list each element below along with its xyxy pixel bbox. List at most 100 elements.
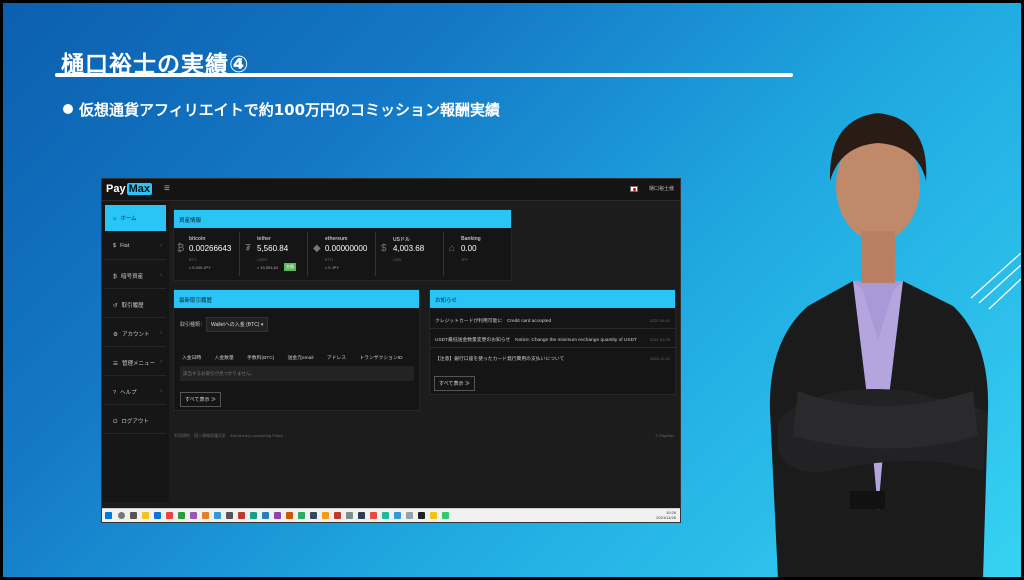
- dollar-icon: $: [113, 243, 117, 249]
- asset-change: ≈ 0 JPY: [325, 265, 339, 270]
- presentation-slide: 樋口裕士の実績④ 仮想通貨アフィリエイトで約100万円のコミッション報酬実績 P…: [3, 3, 1021, 577]
- app-icon[interactable]: [346, 512, 353, 519]
- column-header: 手数料(BTC): [247, 356, 275, 361]
- asset-unit: USDT: [257, 257, 268, 262]
- asset-value: 0.00266643: [189, 244, 232, 253]
- chrome-icon[interactable]: [166, 512, 173, 519]
- asset-tether[interactable]: ₮ tether 5,560.84 USDT ≈ 15,394,83 交換: [242, 232, 308, 276]
- news-panel: お知らせ クレジットカードが利用可能に Credit card accepted…: [429, 289, 676, 395]
- sidebar-item-label: ログアウト: [121, 419, 149, 425]
- sidebar-item-label: 取引履歴: [121, 303, 144, 309]
- asset-value: 4,003.68: [393, 244, 425, 253]
- transaction-type-select[interactable]: Walletへの入金 (BTC) ▾: [206, 317, 269, 332]
- column-header: アドレス: [326, 356, 347, 361]
- news-date: 2021.05.20: [649, 337, 670, 342]
- list-icon: ☰: [113, 361, 118, 367]
- top-bar: Pay Max ≡ 樋口裕士様: [102, 179, 680, 201]
- chevron-right-icon: ›: [160, 272, 162, 278]
- sidebar-item-crypto[interactable]: ₿ 暗号資産 ›: [105, 263, 166, 289]
- app-icon[interactable]: [310, 512, 317, 519]
- app-icon[interactable]: [406, 512, 413, 519]
- filter-label: 取引種類：: [180, 322, 206, 328]
- sidebar-item-label: 管理メニュー: [121, 361, 155, 367]
- app-icon[interactable]: [370, 512, 377, 519]
- app-icon[interactable]: [274, 512, 281, 519]
- footer-links[interactable]: 利用規約 個人情報保護方針 Anti Money Laundering Poli…: [174, 433, 283, 439]
- app-icon[interactable]: [382, 512, 389, 519]
- search-icon[interactable]: [118, 512, 125, 519]
- divider: [430, 328, 675, 329]
- app-icon[interactable]: [214, 512, 221, 519]
- app-icon[interactable]: [286, 512, 293, 519]
- news-item[interactable]: クレジットカードが利用可能に Credit card accepted: [435, 317, 551, 324]
- news-date: 2020.12.21: [649, 356, 670, 361]
- bullet-point: 仮想通貨アフィリエイトで約100万円のコミッション報酬実績: [63, 99, 500, 120]
- sidebar-item-home[interactable]: ⌂ ホーム: [105, 205, 166, 231]
- table-header: 入金日時 入金数量 手数料(BTC) 送金元email アドレス トランザクショ…: [182, 354, 415, 361]
- ethereum-icon: ◆: [313, 243, 321, 254]
- assets-panel: 資産情報 ₿ bitcoin 0.00266643 BTC ≈ 5,005 JP…: [173, 209, 512, 281]
- column-header: 入金日時: [182, 356, 202, 361]
- app-icon[interactable]: [262, 512, 269, 519]
- show-all-trades-button[interactable]: すべて表示 ≫: [180, 392, 221, 407]
- sidebar: ⌂ ホーム $ Fiat › ₿ 暗号資産 › ↺ 取引履歴 ⚙ アカウント › ☰ 管理メニュー…: [102, 202, 169, 502]
- column-header: トランザクションID: [359, 356, 403, 361]
- exchange-button[interactable]: 交換: [284, 263, 296, 271]
- sidebar-item-label: ヘルプ: [120, 390, 137, 396]
- show-all-news-button[interactable]: すべて表示 ≫: [434, 376, 475, 391]
- chevron-right-icon: ›: [160, 359, 162, 365]
- app-screenshot: Pay Max ≡ 樋口裕士様 ⌂ ホーム $ Fiat › ₿ 暗号資産 › ↺ 取引履歴 …: [101, 178, 681, 523]
- hamburger-icon[interactable]: ≡: [164, 183, 170, 194]
- asset-unit: USD: [393, 257, 402, 262]
- app-icon[interactable]: [298, 512, 305, 519]
- sidebar-item-help[interactable]: ? ヘルプ ›: [105, 379, 166, 405]
- trade-panel-heading: 最新取引履歴: [174, 290, 419, 308]
- chevron-down-icon: ▾: [260, 322, 264, 328]
- app-icon[interactable]: [226, 512, 233, 519]
- paymax-logo[interactable]: Pay Max: [106, 183, 152, 195]
- asset-bitcoin[interactable]: ₿ bitcoin 0.00266643 BTC ≈ 5,005 JPY: [174, 232, 240, 276]
- app-icon[interactable]: [250, 512, 257, 519]
- logo-text: Pay: [106, 183, 126, 195]
- japan-flag-icon[interactable]: [630, 186, 638, 192]
- app-icon[interactable]: [394, 512, 401, 519]
- app-icon[interactable]: [418, 512, 425, 519]
- sidebar-item-admin[interactable]: ☰ 管理メニュー ›: [105, 350, 166, 376]
- bank-icon: ⌂: [449, 243, 456, 254]
- news-item[interactable]: USDT最低送金数量変更のお知らせ Notice: Change the min…: [435, 336, 637, 343]
- asset-name: bitcoin: [189, 236, 206, 242]
- app-icon[interactable]: [238, 512, 245, 519]
- sidebar-item-logout[interactable]: ⏻ ログアウト: [105, 408, 166, 434]
- app-icon[interactable]: [190, 512, 197, 519]
- windows-taskbar: 10:26 2021/11/26: [102, 508, 680, 522]
- asset-name: Banking: [461, 236, 481, 242]
- app-icon[interactable]: [322, 512, 329, 519]
- sidebar-item-account[interactable]: ⚙ アカウント ›: [105, 321, 166, 347]
- user-menu[interactable]: 樋口裕士様: [649, 185, 674, 192]
- app-icon[interactable]: [334, 512, 341, 519]
- sidebar-item-label: ホーム: [120, 216, 137, 222]
- windows-start-icon[interactable]: [105, 512, 112, 519]
- sidebar-item-history[interactable]: ↺ 取引履歴: [105, 292, 166, 318]
- edge-icon[interactable]: [154, 512, 161, 519]
- asset-usd[interactable]: $ USドル 4,003.68 USD: [378, 232, 444, 276]
- bitcoin-icon: ₿: [177, 243, 185, 254]
- asset-banking[interactable]: ⌂ Banking 0.00 JPY: [446, 232, 512, 276]
- app-icon[interactable]: [202, 512, 209, 519]
- app-icon[interactable]: [442, 512, 449, 519]
- task-view-icon[interactable]: [130, 512, 137, 519]
- assets-panel-heading: 資産情報: [174, 210, 511, 228]
- app-icon[interactable]: [430, 512, 437, 519]
- dollar-icon: $: [381, 243, 387, 254]
- app-icon[interactable]: [178, 512, 185, 519]
- divider: [430, 347, 675, 348]
- folder-icon[interactable]: [142, 512, 149, 519]
- taskbar-clock[interactable]: 10:26 2021/11/26: [656, 510, 676, 520]
- bullet-dot-icon: [63, 104, 73, 114]
- app-icon[interactable]: [358, 512, 365, 519]
- sidebar-item-fiat[interactable]: $ Fiat ›: [105, 234, 166, 260]
- asset-change: ≈ 15,394,83: [257, 265, 279, 270]
- asset-change: ≈ 5,005 JPY: [189, 265, 211, 270]
- asset-ethereum[interactable]: ◆ ethereum 0.00000000 ETH ≈ 0 JPY: [310, 232, 376, 276]
- news-item[interactable]: 【注意】銀行口座を使ったカード発行費用の支払いについて: [435, 355, 564, 362]
